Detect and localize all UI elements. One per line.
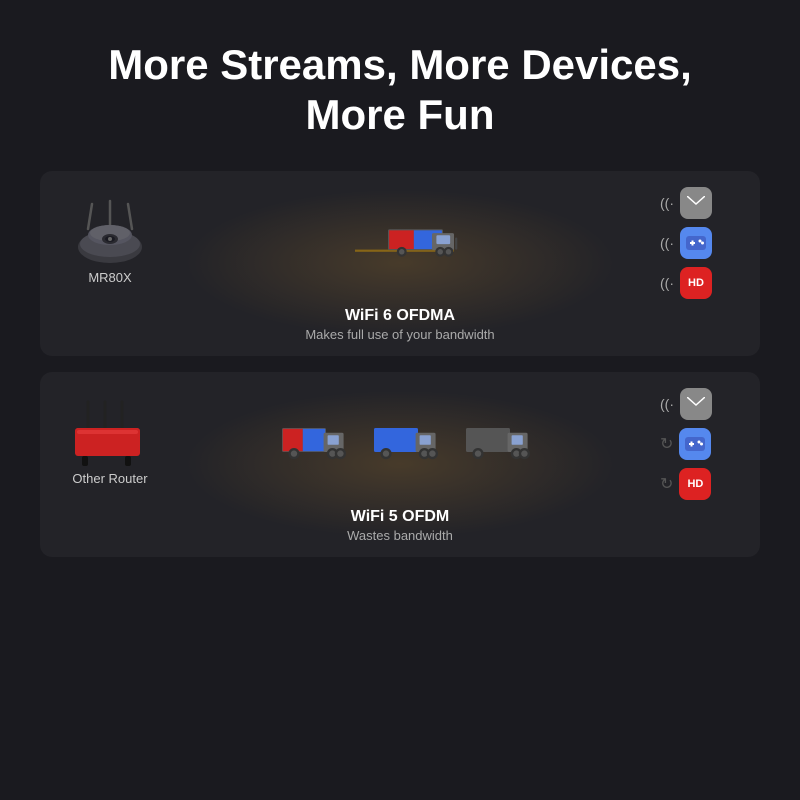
wifi6-footer: WiFi 6 OFDMA Makes full use of your band…	[60, 299, 740, 346]
game-device-icon-5	[679, 428, 711, 460]
other-router-label: Other Router	[72, 471, 147, 486]
loading-icon-game: ↻	[660, 434, 673, 454]
main-title: More Streams, More Devices, More Fun	[108, 40, 692, 141]
mr80x-icon	[70, 201, 150, 266]
device-row-mail-wifi6: ((·	[660, 187, 712, 219]
truck-section-wifi5	[170, 419, 650, 469]
device-row-hd-wifi6: ((· HD	[660, 267, 712, 299]
device-row-mail-wifi5: ((·	[660, 388, 712, 420]
device-row-game-wifi6: ((·	[660, 227, 712, 259]
mr80x-router-section: MR80X	[60, 201, 160, 285]
wifi-signal-hd: ((·	[660, 275, 674, 291]
small-truck-1	[278, 419, 358, 469]
mail-device-icon	[680, 187, 712, 219]
loading-icon-hd: ↻	[660, 474, 673, 494]
devices-section-wifi5: ((· ↻	[660, 388, 740, 500]
wifi5-footer: WiFi 5 OFDM Wastes bandwidth	[60, 500, 740, 547]
devices-section-wifi6: ((· ((·	[660, 187, 740, 299]
wifi-signal-mail-5: ((·	[660, 396, 674, 412]
panel-inner-wifi5: Other Router	[60, 388, 740, 500]
mr80x-label: MR80X	[88, 270, 131, 285]
wifi6-subtitle: Makes full use of your bandwidth	[60, 327, 740, 342]
small-truck-3	[462, 419, 542, 469]
other-router-icon	[70, 402, 150, 467]
device-row-hd-wifi5: ↻ HD	[660, 468, 711, 500]
header: More Streams, More Devices, More Fun	[88, 0, 712, 161]
hd-device-icon: HD	[680, 267, 712, 299]
big-truck-icon	[355, 213, 465, 273]
wifi5-panel: Other Router	[40, 372, 760, 557]
wifi6-panel: MR80X	[40, 171, 760, 356]
hd-device-icon-5: HD	[679, 468, 711, 500]
wifi6-title: WiFi 6 OFDMA	[60, 307, 740, 325]
wifi5-subtitle: Wastes bandwidth	[60, 528, 740, 543]
panel-inner-wifi6: MR80X	[60, 187, 740, 299]
wifi-signal-game: ((·	[660, 235, 674, 251]
wifi-signal-mail: ((·	[660, 195, 674, 211]
panels-container: MR80X	[40, 171, 760, 557]
truck-section-wifi6	[170, 213, 650, 273]
device-row-game-wifi5: ↻	[660, 428, 711, 460]
game-device-icon	[680, 227, 712, 259]
other-router-section: Other Router	[60, 402, 160, 486]
mail-device-icon-5	[680, 388, 712, 420]
wifi5-title: WiFi 5 OFDM	[60, 508, 740, 526]
small-truck-2	[370, 419, 450, 469]
